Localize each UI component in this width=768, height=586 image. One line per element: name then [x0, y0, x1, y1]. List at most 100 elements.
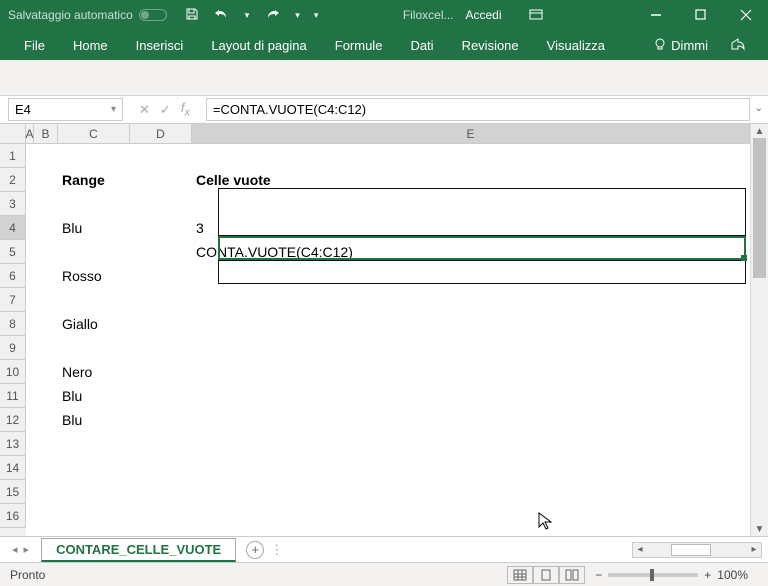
ribbon-display-icon[interactable]: [514, 0, 559, 30]
col-head-B[interactable]: B: [34, 124, 58, 144]
scroll-up-icon[interactable]: ▲: [751, 124, 768, 138]
chevron-down-icon[interactable]: ▾: [245, 10, 250, 21]
tab-dati[interactable]: Dati: [396, 32, 447, 59]
autosave-toggle[interactable]: Salvataggio automatico: [0, 8, 175, 22]
redo-icon[interactable]: [263, 7, 281, 24]
row-head-15[interactable]: 15: [0, 480, 26, 504]
share-icon: [730, 37, 746, 51]
share-button[interactable]: [718, 37, 758, 54]
active-cell-outline: [218, 236, 746, 260]
tab-layout[interactable]: Layout di pagina: [197, 32, 320, 59]
hscroll-thumb[interactable]: [671, 544, 711, 556]
cell-E2[interactable]: Celle vuote: [192, 168, 746, 192]
normal-view-button[interactable]: [507, 566, 533, 584]
cell-C4[interactable]: Blu: [58, 216, 130, 240]
cell-C12[interactable]: Blu: [58, 408, 130, 432]
scroll-thumb[interactable]: [753, 138, 766, 278]
row-head-13[interactable]: 13: [0, 432, 26, 456]
cell-C6[interactable]: Rosso: [58, 264, 130, 288]
tab-file[interactable]: File: [10, 32, 59, 59]
sheet-tab[interactable]: CONTARE_CELLE_VUOTE: [41, 538, 236, 562]
tab-formule[interactable]: Formule: [321, 32, 397, 59]
horizontal-scrollbar[interactable]: ◂ ▸: [632, 542, 762, 558]
fx-icon[interactable]: fx: [181, 100, 190, 119]
scroll-right-icon[interactable]: ▸: [747, 544, 761, 555]
cell-C2[interactable]: Range: [58, 168, 130, 192]
tell-me[interactable]: Dimmi: [643, 38, 718, 53]
tab-inserisci[interactable]: Inserisci: [122, 32, 198, 59]
col-head-D[interactable]: D: [130, 124, 192, 144]
zoom-controls: − + 100%: [585, 568, 758, 582]
status-ready: Pronto: [10, 568, 45, 582]
row-head-7[interactable]: 7: [0, 288, 26, 312]
row-head-12[interactable]: 12: [0, 408, 26, 432]
close-button[interactable]: [723, 0, 768, 30]
minimize-button[interactable]: [633, 0, 678, 30]
row-head-4[interactable]: 4: [0, 216, 26, 240]
row-headers: 12345678910111213141516: [0, 144, 26, 536]
tab-visualizza[interactable]: Visualizza: [533, 32, 619, 59]
zoom-out-button[interactable]: −: [595, 568, 602, 582]
tab-revisione[interactable]: Revisione: [448, 32, 533, 59]
row-head-5[interactable]: 5: [0, 240, 26, 264]
col-head-C[interactable]: C: [58, 124, 130, 144]
formula-input[interactable]: =CONTA.VUOTE(C4:C12) ⌄: [206, 98, 750, 121]
grip-icon[interactable]: ⋮: [264, 542, 287, 558]
save-icon[interactable]: [185, 7, 199, 24]
page-break-button[interactable]: [559, 566, 585, 584]
view-buttons: [507, 566, 585, 584]
spreadsheet-grid[interactable]: A B C D E 12345678910111213141516 Range …: [0, 124, 750, 536]
row-head-3[interactable]: 3: [0, 192, 26, 216]
add-sheet-button[interactable]: +: [246, 541, 264, 559]
formula-bar: E4 ▾ ✕ ✓ fx =CONTA.VUOTE(C4:C12) ⌄: [0, 96, 768, 124]
grid-icon: [513, 569, 527, 581]
expand-formula-icon[interactable]: ⌄: [755, 103, 763, 114]
row-head-11[interactable]: 11: [0, 384, 26, 408]
page-layout-button[interactable]: [533, 566, 559, 584]
row-head-10[interactable]: 10: [0, 360, 26, 384]
sheet-tab-bar: ◂▸ CONTARE_CELLE_VUOTE + ⋮ ◂ ▸: [0, 536, 768, 562]
ribbon-collapsed-area: [0, 60, 768, 96]
ribbon-tabs: File Home Inserisci Layout di pagina For…: [0, 30, 768, 60]
column-headers: A B C D E: [26, 124, 750, 144]
row-head-2[interactable]: 2: [0, 168, 26, 192]
scroll-left-icon[interactable]: ◂: [633, 544, 647, 555]
zoom-level[interactable]: 100%: [717, 568, 748, 582]
signin-link[interactable]: Accedi: [466, 8, 502, 22]
autosave-label: Salvataggio automatico: [8, 8, 133, 22]
document-title: Filoxcel...: [403, 8, 454, 22]
status-bar: Pronto − + 100%: [0, 562, 768, 586]
page-break-icon: [565, 569, 579, 581]
page-icon: [539, 569, 553, 581]
row-head-8[interactable]: 8: [0, 312, 26, 336]
chevron-down-icon[interactable]: ▾: [295, 10, 300, 21]
select-all-corner[interactable]: [0, 124, 26, 144]
col-head-E[interactable]: E: [192, 124, 750, 144]
qat-customize-icon[interactable]: ▾: [314, 10, 319, 21]
confirm-icon[interactable]: ✓: [160, 102, 171, 118]
vertical-scrollbar[interactable]: ▲ ▼: [750, 124, 768, 536]
row-head-6[interactable]: 6: [0, 264, 26, 288]
sheet-nav[interactable]: ◂▸: [0, 543, 41, 556]
cell-C11[interactable]: Blu: [58, 384, 130, 408]
cancel-icon[interactable]: ✕: [139, 102, 150, 118]
quick-access-toolbar: ▾ ▾ ▾: [175, 7, 329, 24]
name-box[interactable]: E4 ▾: [8, 98, 123, 121]
row-head-14[interactable]: 14: [0, 456, 26, 480]
cell-C8[interactable]: Giallo: [58, 312, 130, 336]
row-head-16[interactable]: 16: [0, 504, 26, 528]
zoom-in-button[interactable]: +: [704, 568, 711, 582]
cells-area[interactable]: Range Celle vuote Blu 3 CONTA.VUOTE(C4:C…: [26, 144, 750, 536]
cell-C10[interactable]: Nero: [58, 360, 130, 384]
chevron-down-icon[interactable]: ▾: [111, 104, 116, 115]
title-bar: Salvataggio automatico ▾ ▾ ▾ Filoxcel...…: [0, 0, 768, 30]
maximize-button[interactable]: [678, 0, 723, 30]
undo-icon[interactable]: [213, 7, 231, 24]
lightbulb-icon: [653, 38, 667, 52]
toggle-switch[interactable]: [139, 9, 167, 21]
tab-home[interactable]: Home: [59, 32, 122, 59]
row-head-9[interactable]: 9: [0, 336, 26, 360]
row-head-1[interactable]: 1: [0, 144, 26, 168]
scroll-down-icon[interactable]: ▼: [751, 522, 768, 536]
col-head-A[interactable]: A: [26, 124, 34, 144]
